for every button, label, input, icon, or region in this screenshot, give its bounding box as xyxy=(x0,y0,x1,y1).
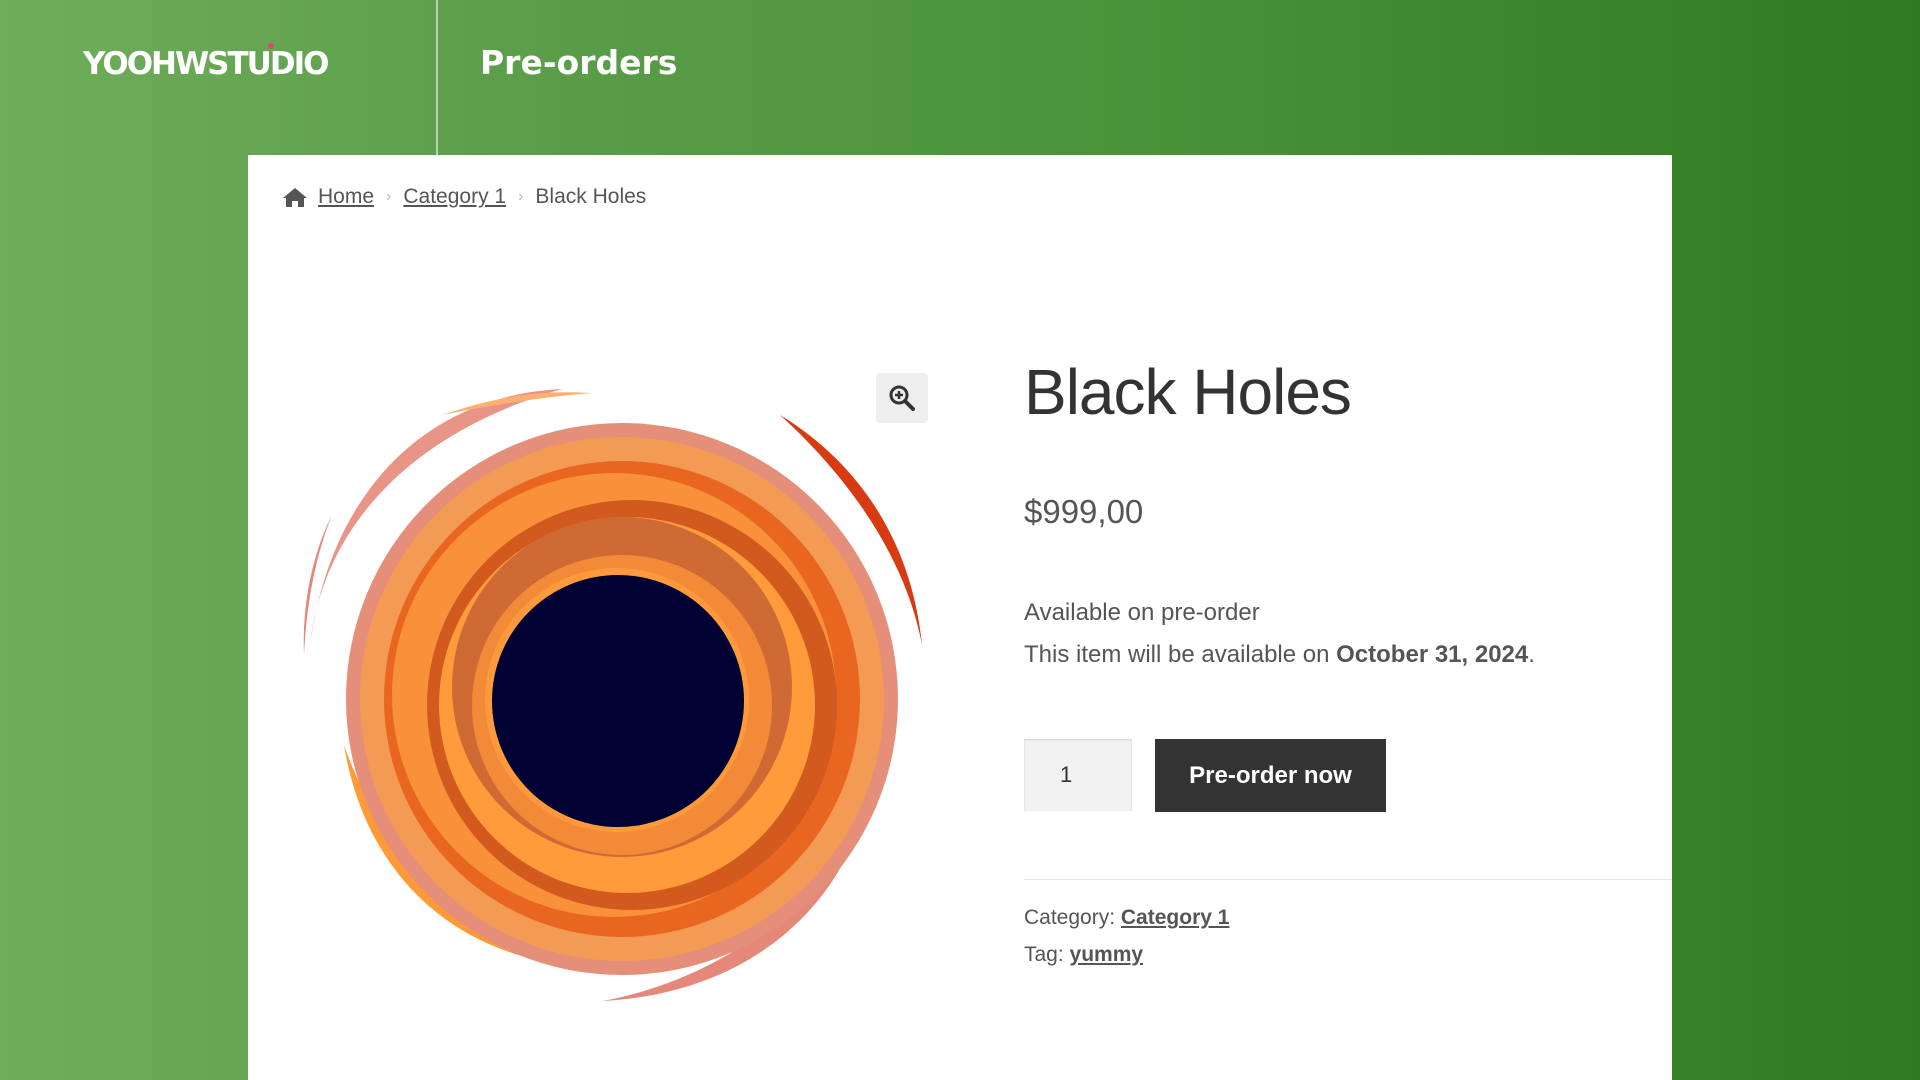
header-divider xyxy=(436,0,438,155)
logo-text: YOOHWSTUDIO xyxy=(83,46,329,82)
availability-text: This item will be available on October 3… xyxy=(1024,641,1535,669)
zoom-in-icon xyxy=(889,385,915,411)
meta-divider xyxy=(1024,879,1672,880)
category-label: Category: xyxy=(1024,906,1121,929)
product-image[interactable] xyxy=(292,375,926,1009)
zoom-button[interactable] xyxy=(876,373,928,423)
availability-title: Available on pre-order xyxy=(1024,599,1260,626)
product-card: Home › Category 1 › Black Holes Black Ho… xyxy=(248,155,1672,1080)
product-price: $999,00 xyxy=(1024,493,1144,530)
availability-date: October 31, 2024 xyxy=(1336,641,1529,668)
product-title: Black Holes xyxy=(1024,356,1352,428)
breadcrumb-category-link[interactable]: Category 1 xyxy=(403,185,506,209)
product-tag: Tag: yummy xyxy=(1024,943,1143,967)
chevron-right-icon: › xyxy=(386,188,392,205)
home-icon[interactable] xyxy=(282,186,308,208)
logo-dot xyxy=(268,43,274,49)
availability-prefix: This item will be available on xyxy=(1024,641,1337,668)
preorder-button[interactable]: Pre-order now xyxy=(1155,739,1386,812)
product-category: Category: Category 1 xyxy=(1024,906,1229,930)
category-link[interactable]: Category 1 xyxy=(1121,906,1230,929)
page-header-title: Pre-orders xyxy=(480,43,678,82)
breadcrumb-current: Black Holes xyxy=(535,185,647,208)
breadcrumb: Home › Category 1 › Black Holes xyxy=(282,185,646,209)
tag-link[interactable]: yummy xyxy=(1070,943,1144,966)
quantity-input[interactable] xyxy=(1024,739,1132,811)
availability-suffix: . xyxy=(1528,641,1535,668)
breadcrumb-home-link[interactable]: Home xyxy=(318,185,374,209)
site-logo[interactable]: YOOHWSTUDIO xyxy=(83,43,329,82)
tag-label: Tag: xyxy=(1024,943,1070,966)
chevron-right-icon: › xyxy=(518,188,524,205)
